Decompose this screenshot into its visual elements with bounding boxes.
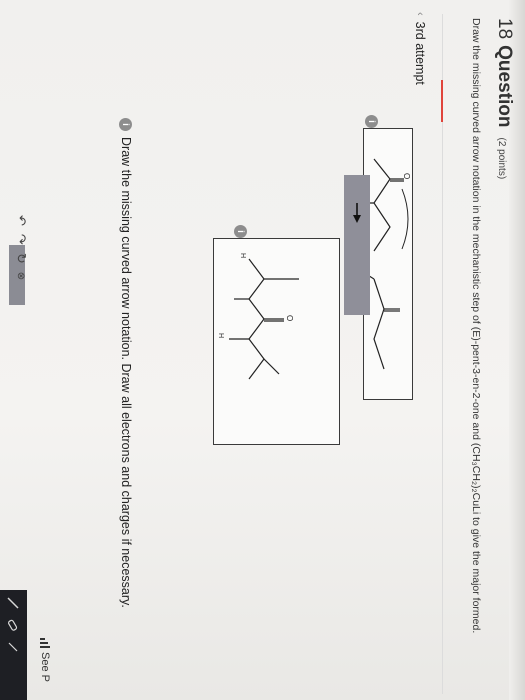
question-points: (2 points) (496, 137, 507, 180)
info-icon[interactable]: i (234, 225, 247, 238)
see-periodic-label: See P (39, 652, 51, 682)
product-oxygen-label: O (285, 315, 294, 321)
attempt-indicator (441, 80, 443, 122)
pencil-icon[interactable] (7, 596, 21, 610)
instruction-prompt: i Draw the missing curved arrow notation… (119, 118, 133, 608)
reactant-drawing-area[interactable]: O i (363, 115, 413, 400)
see-periodic-table-link[interactable]: See P (39, 638, 51, 682)
product-structure: O H H (217, 253, 299, 380)
reset-icon[interactable]: ↻ (13, 253, 29, 264)
bar-chart-icon (40, 638, 50, 648)
reaction-arrow-icon (353, 203, 361, 223)
info-icon[interactable]: i (365, 115, 378, 128)
undo-icon[interactable]: ↶ (13, 215, 29, 226)
instruction-text: Draw the missing curved arrow notation. … (119, 137, 133, 608)
question-label: Question (494, 45, 515, 128)
question-page: 18 Question (2 points) Draw the missing … (0, 0, 525, 700)
product-drawing-area[interactable]: O H H i (213, 225, 340, 445)
info-icon[interactable]: i (119, 118, 133, 131)
question-number: 18 (494, 18, 515, 40)
zoom-icon[interactable]: ⊗ (16, 272, 27, 280)
attempt-toggle[interactable]: ‹ 3rd attempt (413, 12, 427, 85)
drawing-tools: ↶ ↷ ↻ ⊗ (13, 215, 29, 280)
question-text: Draw the missing curved arrow notation i… (470, 18, 482, 634)
redo-icon[interactable]: ↷ (13, 234, 29, 245)
question-header: 18 Question (2 points) (493, 18, 515, 179)
reaction-arrow-bar (344, 175, 370, 315)
left-toolbar (0, 590, 27, 700)
attempt-label: 3rd attempt (413, 21, 427, 85)
oxygen-atom-label: O (402, 173, 411, 179)
h-label-left: H (239, 253, 246, 258)
chevron-left-icon: ‹ (414, 12, 426, 16)
h-label-right: H (217, 333, 224, 338)
line-tool-icon[interactable] (7, 640, 21, 654)
eraser-icon[interactable] (7, 618, 21, 632)
reactant-structure: O (365, 158, 411, 370)
